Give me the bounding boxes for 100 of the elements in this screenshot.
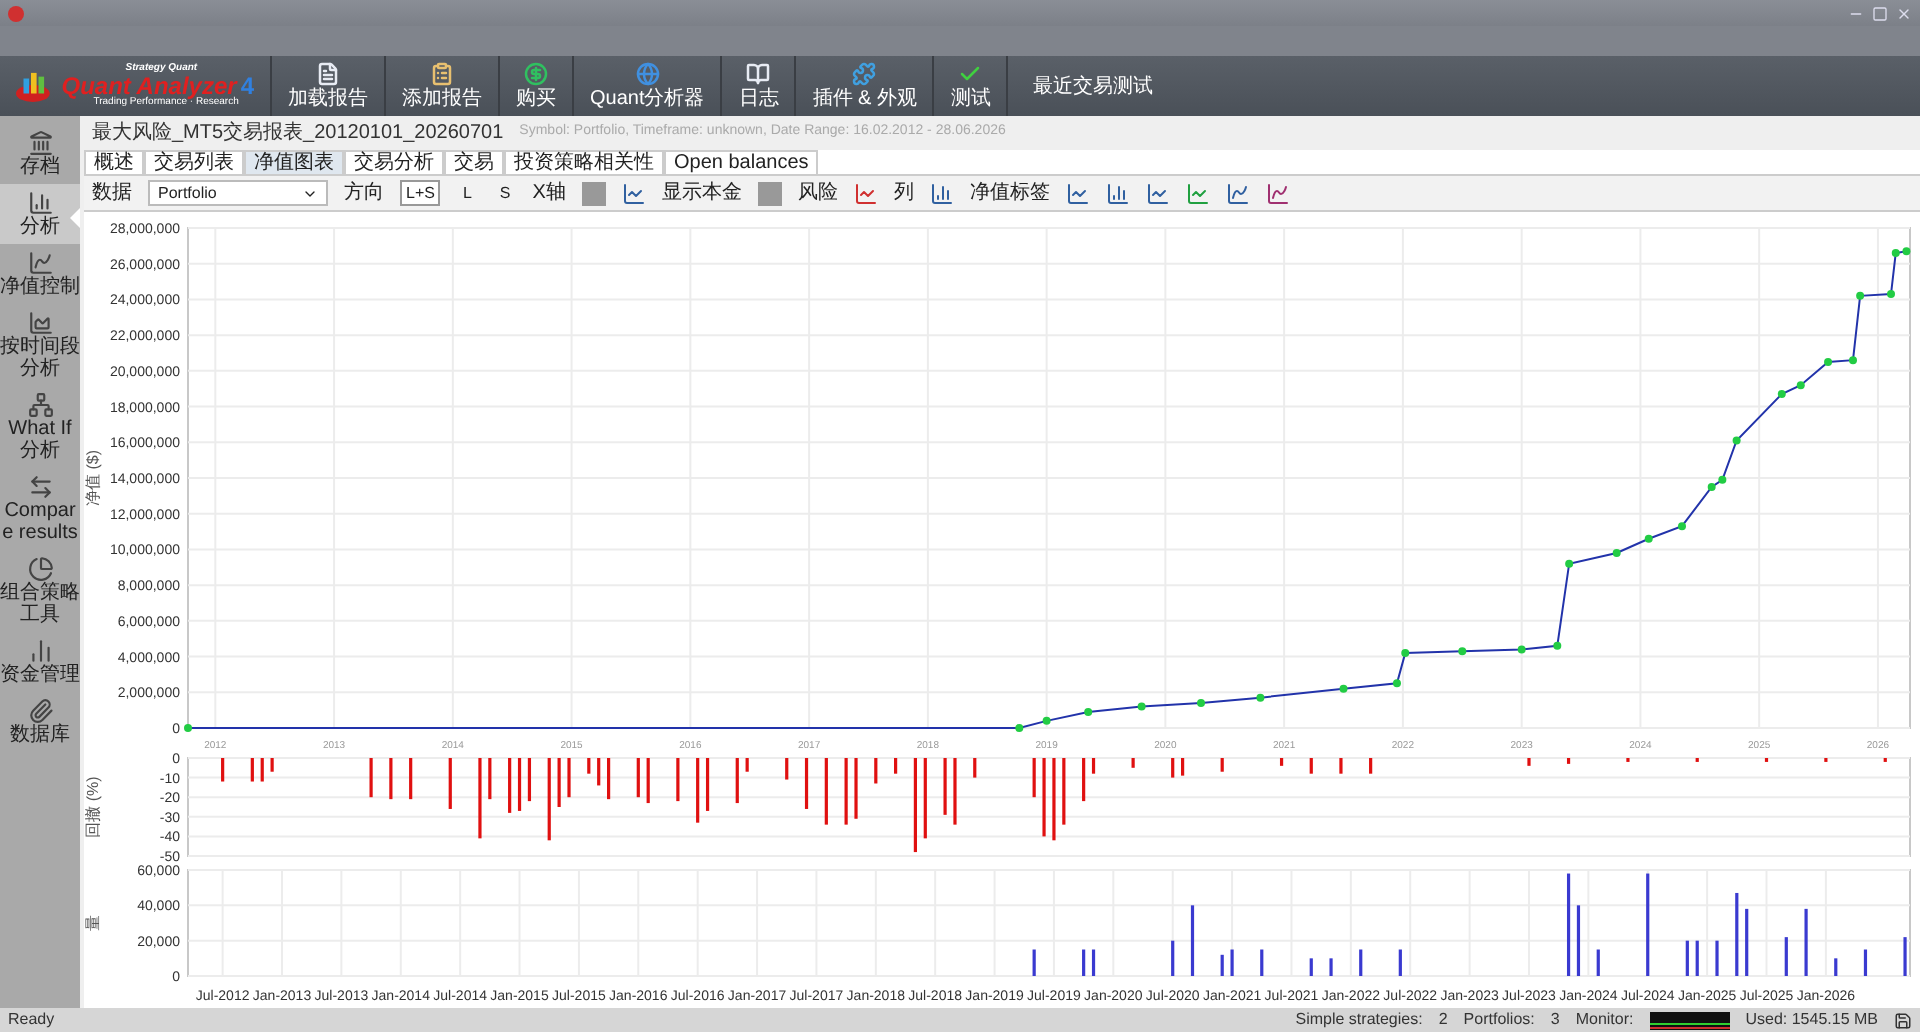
trade-marker [1339,684,1348,693]
drawdown-bar [1566,758,1571,764]
volume-bar [1091,949,1096,976]
sidebar-item[interactable]: What If 分析 [0,386,80,468]
toolbar-button[interactable]: Quant分析器 [574,56,723,116]
book-icon [746,62,771,86]
trade-marker [1553,641,1562,650]
toolbar-button[interactable]: 测试 [934,56,1009,116]
trade-marker [1197,699,1205,707]
trade-marker [1796,381,1805,390]
risk-chart-icon[interactable] [853,181,878,205]
data-label: 数据 [92,180,132,208]
globe-icon [635,62,660,86]
trade-marker [1256,693,1265,702]
spline-chart-icon[interactable] [1265,181,1290,205]
sidebar-item[interactable]: 存档 [0,124,80,184]
tab[interactable]: 投资策略相关性 [504,150,664,174]
sidebar-item[interactable]: 按时间段分析 [0,304,80,386]
sidebar-item[interactable]: 数据库 [0,692,80,752]
sidebar-item[interactable]: 组合策略工具 [0,550,80,632]
direction-toggle[interactable]: L+S [400,180,441,206]
status-label: Portfolios: [1463,1008,1535,1032]
toggle-square-icon[interactable] [581,181,606,205]
trade-marker [1777,390,1786,399]
status-label: Monitor: [1575,1008,1634,1032]
puzzle-icon [852,62,877,86]
sidebar-item[interactable]: 分析 [0,184,80,244]
tab[interactable]: Open balances [664,150,819,174]
trade-marker [1732,436,1741,445]
save-icon[interactable] [1894,1011,1912,1029]
check-icon [958,62,983,86]
trade-marker [1084,707,1093,716]
trade-marker [1458,647,1467,656]
drawdown-bar [527,758,532,802]
trade-marker [1849,356,1857,365]
tab[interactable]: 概述 [84,150,144,174]
status-label: Simple strategies: [1295,1008,1423,1032]
pie-chart-icon [27,556,53,582]
trade-marker [1401,649,1410,657]
direction-label: 方向 [344,179,384,208]
columns-icon[interactable] [929,181,954,205]
volume-bar [1566,873,1571,976]
paperclip-icon [27,698,53,724]
equity-chart-icon[interactable] [1065,181,1090,205]
toolbar-button[interactable]: 日志 [722,56,797,116]
trade-marker [1392,679,1401,688]
trade-marker [1824,357,1833,366]
tab[interactable]: 交易列表 [144,150,244,174]
trade-marker [184,724,192,732]
status-value: 2 [1438,1008,1448,1032]
drawdown-bar [1091,758,1096,774]
toolbar-button[interactable]: 插件 & 外观 [796,56,935,116]
axis-title: 回撤 (%) [84,776,102,838]
tab[interactable]: 净值图表 [244,150,344,174]
toolbar-button[interactable]: 添加报告 [386,56,500,116]
bar-chart-icon [27,190,53,216]
direction-toggle[interactable]: L [456,180,478,206]
trade-marker [1137,702,1146,711]
x-axis-label: X轴 [532,179,566,208]
chart-type-icon[interactable] [621,181,646,205]
volume-bar [1190,905,1195,976]
trade-marker [1042,716,1051,725]
axis-title: 净值 ($) [84,450,102,506]
memory-usage: Used: 1545.15 MB [1745,1008,1878,1032]
report-title: 最大风险_MT5交易报表_20120101_20260701 [92,119,504,148]
logo-text: Quant Analyzer [61,74,237,98]
status-text: Ready [8,1008,57,1032]
toolbar-button[interactable]: 购买 [500,56,574,116]
close-icon[interactable] [1896,5,1912,21]
direction-toggle[interactable]: S [493,180,517,206]
tab[interactable]: 交易分析 [344,150,444,174]
status-value: 3 [1550,1008,1560,1032]
logo-icon [16,68,54,104]
bank-icon [27,130,53,156]
sidebar-item[interactable]: 资金管理 [0,632,80,692]
data-dropdown[interactable]: Portfolio [148,180,328,206]
spline-chart-icon[interactable] [1225,181,1250,205]
trade-marker [1887,290,1895,299]
tab[interactable]: 交易 [444,150,504,174]
toolbar-button[interactable]: 加载报告 [272,56,386,116]
columns-label: 列 [893,180,914,208]
dollar-icon [524,62,548,86]
trade-marker [1612,549,1621,557]
app-icon [8,5,24,21]
document-icon [316,62,340,86]
line-chart-icon[interactable] [1145,181,1170,205]
monitor-graph-icon [1649,1011,1730,1029]
toggle-square-icon[interactable] [757,181,782,205]
toolbar-button[interactable]: 最近交易测试 [1008,56,1177,116]
trade-marker [1644,534,1653,543]
bar-chart-icon[interactable] [1105,181,1130,205]
trend-chart-icon[interactable] [1185,181,1210,205]
drawdown-bar [517,758,522,811]
sidebar-item[interactable]: Compare results [0,468,80,550]
volume-bar [1576,905,1581,976]
sidebar-item[interactable]: 净值控制 [0,244,80,304]
arrows-icon [27,474,53,500]
equity-label: 净值标签 [969,179,1050,208]
line-chart-icon [27,250,53,276]
area-chart-icon [27,310,53,336]
